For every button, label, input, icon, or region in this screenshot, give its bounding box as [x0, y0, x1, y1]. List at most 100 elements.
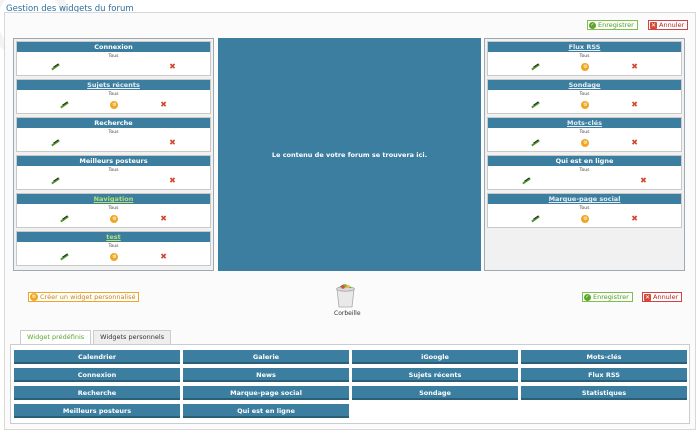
delete-x-icon[interactable]: ✖: [169, 63, 176, 71]
widget-title[interactable]: Sujets récents: [17, 80, 210, 90]
widget-title[interactable]: Flux RSS: [488, 42, 681, 52]
library-widget-sondage[interactable]: Sondage: [352, 386, 518, 400]
library-widget-flux-rss[interactable]: Flux RSS: [521, 368, 687, 382]
widget-actions: ⚙ ✖: [17, 215, 210, 223]
widget-title[interactable]: Marque-page social: [488, 194, 681, 204]
delete-x-icon[interactable]: ✖: [160, 253, 167, 261]
library-widget-galerie[interactable]: Galerie: [183, 350, 349, 364]
edit-pencil-icon[interactable]: [51, 63, 60, 70]
library-widget-statistiques[interactable]: Statistiques: [521, 386, 687, 400]
widget-title: Meilleurs posteurs: [17, 156, 210, 166]
widget-visibility: Tous: [579, 54, 590, 59]
widget-actions: ⚙ ✖: [488, 215, 681, 223]
widget-sujets-recents[interactable]: Sujets récents Tous ⚙ ✖: [16, 79, 211, 114]
library-widget-meilleurs-posteurs[interactable]: Meilleurs posteurs: [14, 404, 180, 418]
widget-connexion[interactable]: Connexion Tous ✖: [16, 41, 211, 76]
delete-x-icon[interactable]: ✖: [160, 215, 167, 223]
config-icon[interactable]: ⚙: [581, 139, 590, 147]
config-icon: ⚙: [30, 293, 38, 301]
config-icon[interactable]: ⚙: [110, 253, 119, 261]
widget-tabs: Widget prédéfinis Widgets personnels: [20, 330, 172, 344]
library-widget-calendrier[interactable]: Calendrier: [14, 350, 180, 364]
delete-x-icon[interactable]: ✖: [631, 215, 638, 223]
save-button-bottom[interactable]: ✓ Enregistrer: [582, 292, 633, 302]
widget-title: Qui est en ligne: [488, 156, 681, 166]
config-icon[interactable]: ⚙: [581, 215, 590, 223]
tab-predefined-widgets[interactable]: Widget prédéfinis: [20, 330, 92, 344]
widget-actions: ⚙ ✖: [17, 101, 210, 109]
widget-actions: ⚙ ✖: [488, 63, 681, 71]
library-widget-recherche[interactable]: Recherche: [14, 386, 180, 400]
edit-pencil-icon[interactable]: [531, 63, 540, 70]
widget-title: Connexion: [17, 42, 210, 52]
forum-content-placeholder: Le contenu de votre forum se trouvera ic…: [218, 38, 481, 271]
trash-label: Corbeille: [334, 310, 361, 317]
edit-pencil-icon[interactable]: [531, 215, 540, 222]
delete-x-icon[interactable]: ✖: [169, 139, 176, 147]
widget-navigation[interactable]: Navigation Tous ⚙ ✖: [16, 193, 211, 228]
widget-sondage[interactable]: Sondage Tous ⚙ ✖: [487, 79, 682, 114]
right-widget-column: Flux RSS Tous ⚙ ✖ Sondage Tous ⚙ ✖ Mots-clés Tous…: [484, 38, 685, 271]
config-icon[interactable]: ⚙: [110, 215, 119, 223]
widget-title[interactable]: Mots-clés: [488, 118, 681, 128]
delete-x-icon[interactable]: ✖: [631, 101, 638, 109]
edit-pencil-icon[interactable]: [531, 139, 540, 146]
widget-visibility: Tous: [108, 54, 119, 59]
cancel-button-top[interactable]: ✕ Annuler: [648, 20, 689, 30]
edit-pencil-icon[interactable]: [522, 177, 531, 184]
widget-visibility: Tous: [579, 206, 590, 211]
widget-actions: ✖: [17, 177, 210, 185]
widget-test[interactable]: test Tous ⚙ ✖: [16, 231, 211, 266]
edit-pencil-icon[interactable]: [60, 101, 69, 108]
tab-personal-widgets[interactable]: Widgets personnels: [93, 330, 172, 344]
library-widget-news[interactable]: News: [183, 368, 349, 382]
check-icon: ✓: [584, 293, 591, 301]
library-widget-sujets-recents[interactable]: Sujets récents: [352, 368, 518, 382]
library-widget-mots-cles[interactable]: Mots-clés: [521, 350, 687, 364]
library-widget-connexion[interactable]: Connexion: [14, 368, 180, 382]
library-widget-qui-est-en-ligne[interactable]: Qui est en ligne: [183, 404, 349, 418]
widget-meilleurs-posteurs[interactable]: Meilleurs posteurs Tous ✖: [16, 155, 211, 190]
cancel-button-bottom[interactable]: ✕ Annuler: [642, 292, 683, 302]
widget-title: Recherche: [17, 118, 210, 128]
widget-actions: ✖: [17, 139, 210, 147]
delete-x-icon[interactable]: ✖: [640, 177, 647, 185]
widget-marque-page-social[interactable]: Marque-page social Tous ⚙ ✖: [487, 193, 682, 228]
close-icon: ✕: [644, 293, 651, 301]
widget-title[interactable]: test: [17, 232, 210, 242]
config-icon[interactable]: ⚙: [581, 101, 590, 109]
widget-library: Calendrier Galerie iGoogle Mots-clés Connexi…: [10, 344, 690, 424]
edit-pencil-icon[interactable]: [60, 253, 69, 260]
edit-pencil-icon[interactable]: [51, 139, 60, 146]
delete-x-icon[interactable]: ✖: [169, 177, 176, 185]
library-widget-igoogle[interactable]: iGoogle: [352, 350, 518, 364]
trash-bin-icon[interactable]: [333, 284, 358, 308]
edit-pencil-icon[interactable]: [51, 177, 60, 184]
edit-pencil-icon[interactable]: [531, 101, 540, 108]
widget-actions: ⚙ ✖: [17, 253, 210, 261]
widget-flux-rss[interactable]: Flux RSS Tous ⚙ ✖: [487, 41, 682, 76]
widget-title[interactable]: Sondage: [488, 80, 681, 90]
config-icon[interactable]: ⚙: [110, 101, 119, 109]
save-label: Enregistrer: [593, 293, 629, 301]
delete-x-icon[interactable]: ✖: [631, 139, 638, 147]
delete-x-icon[interactable]: ✖: [160, 101, 167, 109]
widget-title[interactable]: Navigation: [17, 194, 210, 204]
close-icon: ✕: [650, 21, 657, 29]
widget-visibility: Tous: [108, 92, 119, 97]
widget-actions: ✖: [17, 63, 210, 71]
widget-recherche[interactable]: Recherche Tous ✖: [16, 117, 211, 152]
create-widget-button[interactable]: ⚙ Créer un widget personnalisé: [28, 292, 140, 302]
library-widget-marque-page-social[interactable]: Marque-page social: [183, 386, 349, 400]
delete-x-icon[interactable]: ✖: [631, 63, 638, 71]
edit-pencil-icon[interactable]: [60, 215, 69, 222]
widget-actions: ✖: [488, 177, 681, 185]
widget-mots-cles[interactable]: Mots-clés Tous ⚙ ✖: [487, 117, 682, 152]
widget-visibility: Tous: [579, 130, 590, 135]
save-button-top[interactable]: ✓ Enregistrer: [587, 20, 638, 30]
left-widget-column: Connexion Tous ✖ Sujets récents Tous ⚙ ✖ Recher…: [13, 38, 214, 271]
widget-visibility: Tous: [579, 168, 590, 173]
widget-qui-est-en-ligne[interactable]: Qui est en ligne Tous ✖: [487, 155, 682, 190]
config-icon[interactable]: ⚙: [581, 63, 590, 71]
cancel-label: Annuler: [653, 293, 679, 301]
